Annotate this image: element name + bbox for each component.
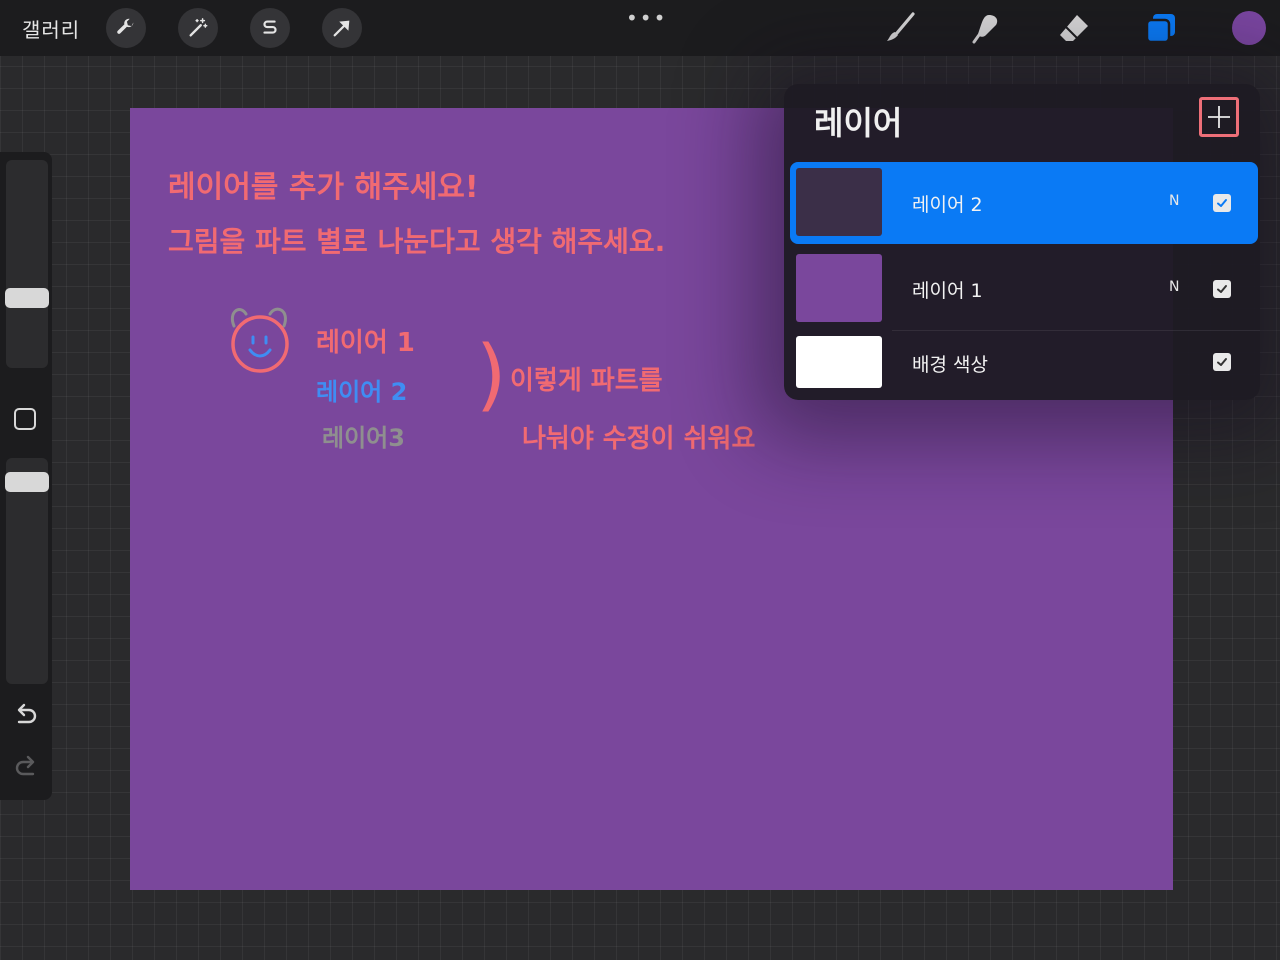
layer-name: 레이어 2 xyxy=(912,194,983,216)
note-explain-1: 이렇게 파트를 xyxy=(510,366,663,396)
gallery-button[interactable]: 갤러리 xyxy=(22,14,80,43)
note-layer-1: 레이어 1 xyxy=(316,328,415,358)
layers-panel: 레이어 레이어 2 N 레이어 1 N 배경 색상 xyxy=(784,84,1260,400)
blend-mode-button[interactable]: N xyxy=(1169,193,1179,209)
wrench-button[interactable] xyxy=(106,8,146,48)
layers-icon xyxy=(1145,14,1175,44)
eraser-icon xyxy=(1060,15,1088,41)
layer-row-layer-2[interactable]: 레이어 2 N xyxy=(790,162,1258,244)
eraser-button[interactable] xyxy=(1056,10,1092,46)
layer-row-background-color[interactable]: 배경 색상 xyxy=(790,324,1258,400)
arrow-icon xyxy=(333,20,350,37)
note-layer-3: 레이어3 xyxy=(322,424,405,452)
layer-thumbnail xyxy=(796,254,882,322)
smiley-face-icon xyxy=(231,307,289,373)
brush-button[interactable] xyxy=(882,10,918,46)
brush-size-handle[interactable] xyxy=(5,288,49,308)
note-line-2: 그림을 파트 별로 나눈다고 생각 해주세요. xyxy=(168,225,666,258)
note-explain-2: 나눠야 수정이 쉬워요 xyxy=(522,424,756,454)
blend-mode-button[interactable]: N xyxy=(1169,279,1179,295)
checkmark-icon xyxy=(1217,358,1227,366)
checkmark-icon xyxy=(1217,285,1227,293)
modify-square-button[interactable] xyxy=(14,408,36,430)
layer-row-layer-1[interactable]: 레이어 1 N xyxy=(790,248,1258,330)
note-bracket: ) xyxy=(476,330,507,420)
note-line-1: 레이어를 추가 해주세요! xyxy=(168,170,479,205)
top-toolbar: 갤러리 ••• xyxy=(0,0,1280,56)
transform-button[interactable] xyxy=(322,8,362,48)
selection-s-icon xyxy=(263,20,277,34)
layers-button[interactable] xyxy=(1143,10,1179,46)
layer-name: 배경 색상 xyxy=(912,354,988,376)
smudge-button[interactable] xyxy=(968,10,1004,46)
layer-visibility-checkbox[interactable] xyxy=(1213,353,1231,371)
adjustments-button[interactable] xyxy=(178,8,218,48)
note-layer-2: 레이어 2 xyxy=(316,378,408,406)
color-picker-button[interactable] xyxy=(1232,11,1266,45)
magic-wand-icon xyxy=(189,18,208,37)
more-options-button[interactable]: ••• xyxy=(626,6,667,30)
redo-icon[interactable] xyxy=(13,754,39,780)
left-sidebar xyxy=(0,152,52,800)
add-layer-button[interactable] xyxy=(1199,97,1239,137)
layer-name: 레이어 1 xyxy=(912,280,983,302)
layers-panel-title: 레이어 xyxy=(814,104,903,142)
smudge-icon xyxy=(972,15,998,44)
undo-icon[interactable] xyxy=(13,702,39,728)
layer-visibility-checkbox[interactable] xyxy=(1213,194,1231,212)
opacity-handle[interactable] xyxy=(5,472,49,492)
selection-button[interactable] xyxy=(250,8,290,48)
checkmark-icon xyxy=(1217,199,1227,207)
plus-icon xyxy=(1208,106,1230,128)
brush-icon xyxy=(887,12,915,41)
layer-thumbnail xyxy=(796,336,882,388)
layer-visibility-checkbox[interactable] xyxy=(1213,280,1231,298)
wrench-icon xyxy=(117,18,134,34)
brush-size-slider[interactable] xyxy=(6,160,48,368)
layer-thumbnail xyxy=(796,168,882,236)
